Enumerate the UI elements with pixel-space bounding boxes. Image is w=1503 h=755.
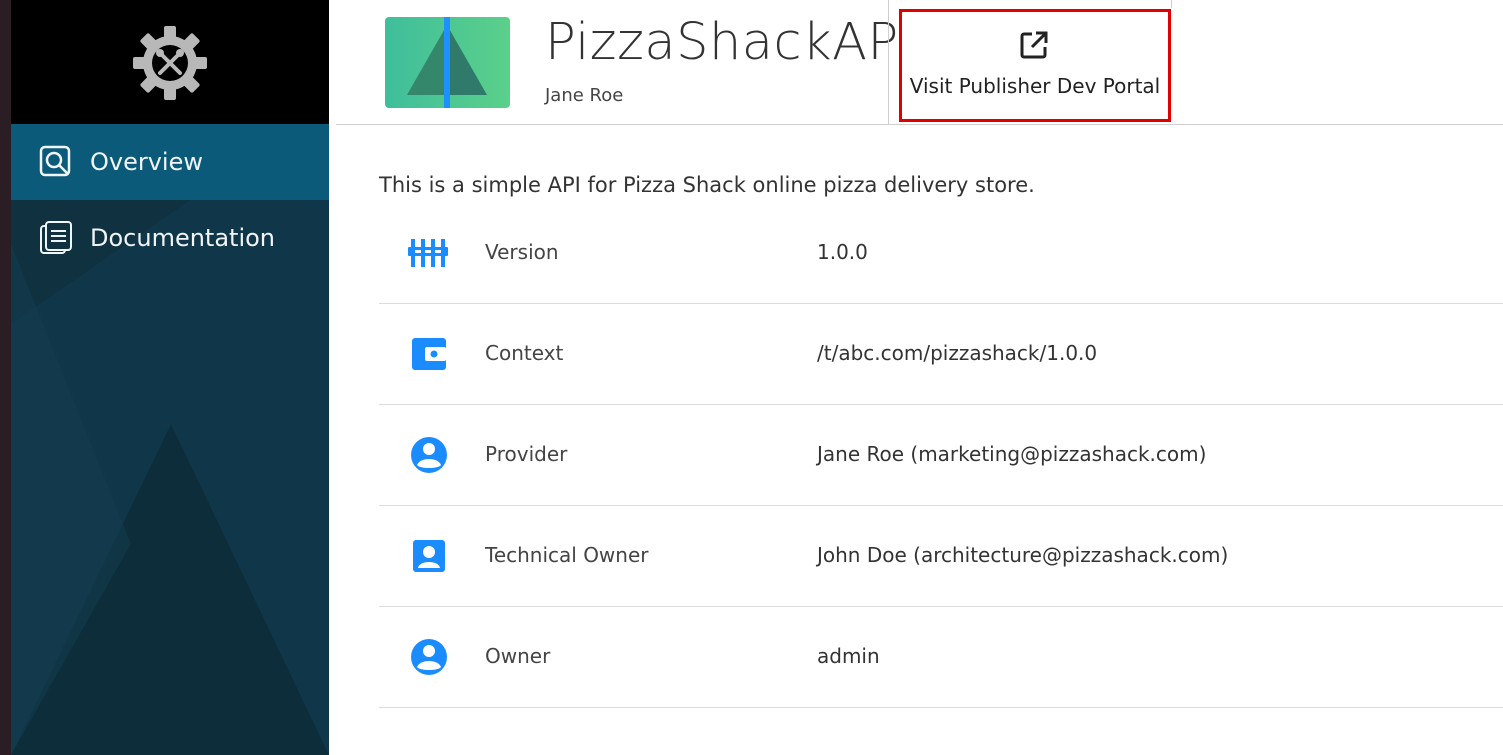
sidebar-item-label: Overview [90, 148, 203, 176]
version-icon [408, 239, 448, 267]
window-edge [0, 0, 11, 755]
info-row-provider: Provider Jane Roe (marketing@pizzashack.… [379, 405, 1503, 506]
header-divider [888, 0, 889, 125]
context-icon [412, 338, 446, 370]
info-value: /t/abc.com/pizzashack/1.0.0 [817, 341, 1098, 365]
info-label: Version [485, 240, 559, 264]
sidebar-item-label: Documentation [90, 224, 276, 252]
api-header: PizzaShackAPI Jane Roe Visit Publisher D… [336, 0, 1503, 125]
visit-publisher-dev-portal-button[interactable]: Visit Publisher Dev Portal [899, 9, 1171, 122]
account-box-icon [413, 540, 445, 572]
api-logo [385, 17, 510, 108]
sidebar-item-documentation[interactable]: Documentation [11, 200, 329, 276]
header-divider [1171, 0, 1172, 8]
info-row-context: Context /t/abc.com/pizzashack/1.0.0 [379, 304, 1503, 405]
info-value: John Doe (architecture@pizzashack.com) [817, 543, 1229, 567]
sidebar-item-overview[interactable]: Overview [11, 124, 329, 200]
overview-icon [39, 145, 71, 177]
info-value: admin [817, 644, 880, 668]
account-circle-icon [411, 639, 447, 675]
api-provider: Jane Roe [545, 85, 624, 106]
api-logo-graphic [407, 17, 487, 108]
api-description: This is a simple API for Pizza Shack onl… [379, 173, 1035, 197]
external-link-icon [1020, 31, 1048, 59]
info-row-technical-owner: Technical Owner John Doe (architecture@p… [379, 506, 1503, 607]
info-label: Context [485, 341, 564, 365]
sidebar-brand [11, 0, 329, 124]
info-label: Owner [485, 644, 551, 668]
documentation-icon [40, 221, 72, 254]
info-row-owner: Owner admin [379, 607, 1503, 708]
info-value: 1.0.0 [817, 240, 868, 264]
info-row-version: Version 1.0.0 [379, 203, 1503, 304]
info-label: Technical Owner [485, 543, 649, 567]
portal-button-label: Visit Publisher Dev Portal [909, 74, 1161, 98]
account-circle-icon [411, 437, 447, 473]
info-value: Jane Roe (marketing@pizzashack.com) [817, 442, 1207, 466]
info-label: Provider [485, 442, 568, 466]
sidebar: Overview Documentation [11, 0, 329, 755]
gear-tools-icon [133, 26, 207, 100]
api-title: PizzaShackAPI [545, 13, 915, 72]
